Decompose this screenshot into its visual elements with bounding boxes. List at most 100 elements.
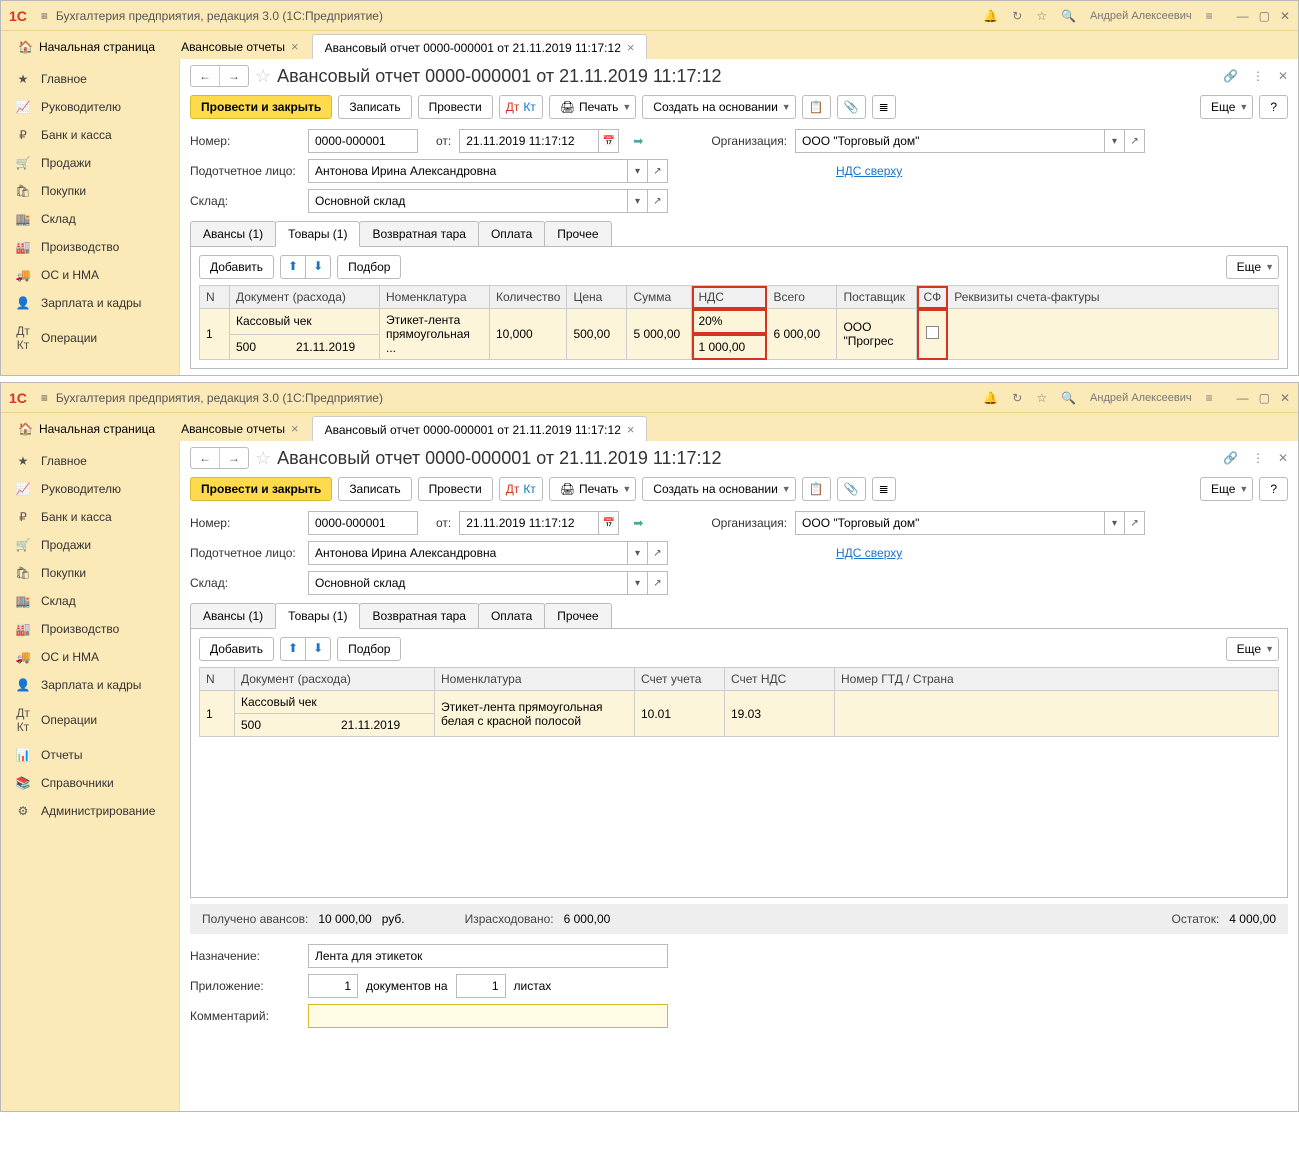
chevron-down-icon[interactable]: ▾ (1105, 511, 1125, 535)
tab-other[interactable]: Прочее (544, 603, 611, 629)
table-row[interactable]: 1 Кассовый чек Этикет-лента прямоугольна… (200, 691, 1279, 714)
forward-button[interactable]: → (220, 66, 248, 86)
close-icon[interactable]: ✕ (1278, 451, 1288, 465)
tab-reports[interactable]: Авансовые отчеты× (168, 33, 312, 59)
minimize-icon[interactable]: — (1237, 391, 1249, 405)
calendar-icon[interactable]: 📅 (599, 511, 619, 535)
tab-reports[interactable]: Авансовые отчеты× (168, 415, 312, 441)
sidebar-item[interactable]: 📈Руководителю (1, 93, 179, 121)
sidebar-item[interactable]: ₽Банк и касса (1, 121, 179, 149)
chevron-down-icon[interactable]: ▾ (628, 189, 648, 213)
post-button[interactable]: Провести (418, 95, 493, 119)
sidebar-item[interactable]: 🛍Покупки (1, 177, 179, 205)
store-input[interactable] (308, 571, 628, 595)
sidebar-item[interactable]: 🏬Склад (1, 205, 179, 233)
chevron-down-icon[interactable]: ▾ (628, 541, 648, 565)
tab-home[interactable]: 🏠Начальная страница (5, 416, 168, 441)
goods-table-2[interactable]: N Документ (расхода) Номенклатура Счет у… (199, 667, 1279, 737)
attach-button[interactable]: 📎 (837, 95, 866, 119)
bell-icon[interactable]: 🔔 (983, 391, 998, 405)
sidebar-item[interactable]: 👤Зарплата и кадры (1, 671, 179, 699)
help-button[interactable]: ? (1259, 477, 1288, 501)
chevron-down-icon[interactable]: ▾ (628, 159, 648, 183)
print-button[interactable]: 🖨 Печать ▼ (549, 95, 636, 119)
back-button[interactable]: ← (191, 448, 220, 468)
sidebar-item[interactable]: 🚚ОС и НМА (1, 261, 179, 289)
sidebar-item[interactable]: ★Главное (1, 65, 179, 93)
search-icon[interactable]: 🔍 (1061, 391, 1076, 405)
chevron-down-icon[interactable]: ▾ (1105, 129, 1125, 153)
org-input[interactable] (795, 511, 1105, 535)
list-button[interactable]: ≣ (872, 477, 896, 501)
add-button[interactable]: Добавить (199, 255, 274, 279)
sidebar-item[interactable]: 🛒Продажи (1, 149, 179, 177)
close-icon[interactable]: ✕ (1280, 9, 1290, 23)
sidebar-item[interactable]: ₽Банк и касса (1, 503, 179, 531)
search-icon[interactable]: 🔍 (1061, 9, 1076, 23)
open-icon[interactable]: ↗ (648, 541, 668, 565)
link-icon[interactable]: 🔗 (1223, 69, 1238, 83)
sidebar-item[interactable]: 👤Зарплата и кадры (1, 289, 179, 317)
favorite-icon[interactable]: ☆ (255, 448, 271, 469)
open-icon[interactable]: ↗ (1125, 129, 1145, 153)
user-name[interactable]: Андрей Алексеевич (1090, 392, 1192, 404)
write-button[interactable]: Записать (338, 477, 411, 501)
open-icon[interactable]: ↗ (648, 189, 668, 213)
close-icon[interactable]: ✕ (1278, 69, 1288, 83)
list-button[interactable]: ≣ (872, 95, 896, 119)
open-icon[interactable]: ↗ (648, 159, 668, 183)
star-icon[interactable]: ☆ (1036, 9, 1047, 23)
vat-link[interactable]: НДС сверху (836, 164, 902, 178)
sidebar-item[interactable]: 🏭Производство (1, 233, 179, 261)
settings-icon[interactable]: ≡ (1206, 391, 1213, 405)
open-icon[interactable]: ↗ (1125, 511, 1145, 535)
purpose-input[interactable] (308, 944, 668, 968)
more-button[interactable]: Еще ▼ (1200, 477, 1253, 501)
star-icon[interactable]: ☆ (1036, 391, 1047, 405)
store-input[interactable] (308, 189, 628, 213)
sidebar-item[interactable]: ★Главное (1, 447, 179, 475)
sidebar-item[interactable]: 🏬Склад (1, 587, 179, 615)
post-button[interactable]: Провести (418, 477, 493, 501)
add-button[interactable]: Добавить (199, 637, 274, 661)
post-close-button[interactable]: Провести и закрыть (190, 95, 332, 119)
person-input[interactable] (308, 541, 628, 565)
more-icon[interactable]: ⋮ (1252, 451, 1264, 465)
sidebar-item[interactable]: 🛒Продажи (1, 531, 179, 559)
number-input[interactable] (308, 511, 418, 535)
move-up-icon[interactable]: ⬆ (281, 638, 306, 660)
person-input[interactable] (308, 159, 628, 183)
bell-icon[interactable]: 🔔 (983, 9, 998, 23)
create-based-button[interactable]: Создать на основании ▼ (642, 95, 795, 119)
tab-goods[interactable]: Товары (1) (275, 221, 360, 247)
chevron-down-icon[interactable]: ▾ (628, 571, 648, 595)
tab-payment[interactable]: Оплата (478, 221, 545, 247)
sidebar-item[interactable]: 🏭Производство (1, 615, 179, 643)
tab-payment[interactable]: Оплата (478, 603, 545, 629)
move-down-icon[interactable]: ⬇ (306, 256, 330, 278)
dtkt-button[interactable]: ДтКт (499, 95, 543, 119)
sidebar-item[interactable]: ⚙Администрирование (1, 797, 179, 825)
number-input[interactable] (308, 129, 418, 153)
table-row[interactable]: 1 Кассовый чек Этикет-лента прямоугольна… (200, 309, 1279, 335)
user-name[interactable]: Андрей Алексеевич (1090, 10, 1192, 22)
maximize-icon[interactable]: ▢ (1259, 9, 1270, 23)
more-icon[interactable]: ⋮ (1252, 69, 1264, 83)
move-down-icon[interactable]: ⬇ (306, 638, 330, 660)
goods-table[interactable]: N Документ (расхода) Номенклатура Количе… (199, 285, 1279, 360)
tab-home[interactable]: 🏠Начальная страница (5, 34, 168, 59)
help-button[interactable]: ? (1259, 95, 1288, 119)
more-button[interactable]: Еще ▼ (1200, 95, 1253, 119)
close-icon[interactable]: × (627, 40, 635, 55)
sf-checkbox[interactable] (917, 309, 948, 360)
sidebar-item[interactable]: 📈Руководителю (1, 475, 179, 503)
print-button[interactable]: 🖨 Печать ▼ (549, 477, 636, 501)
comment-input[interactable] (308, 1004, 668, 1028)
tab-tare[interactable]: Возвратная тара (359, 603, 479, 629)
tab-document[interactable]: Авансовый отчет 0000-000001 от 21.11.201… (312, 416, 648, 442)
move-up-icon[interactable]: ⬆ (281, 256, 306, 278)
select-button[interactable]: Подбор (337, 255, 401, 279)
settings-icon[interactable]: ≡ (1206, 9, 1213, 23)
sidebar-item[interactable]: 🛍Покупки (1, 559, 179, 587)
vat-link[interactable]: НДС сверху (836, 546, 902, 560)
